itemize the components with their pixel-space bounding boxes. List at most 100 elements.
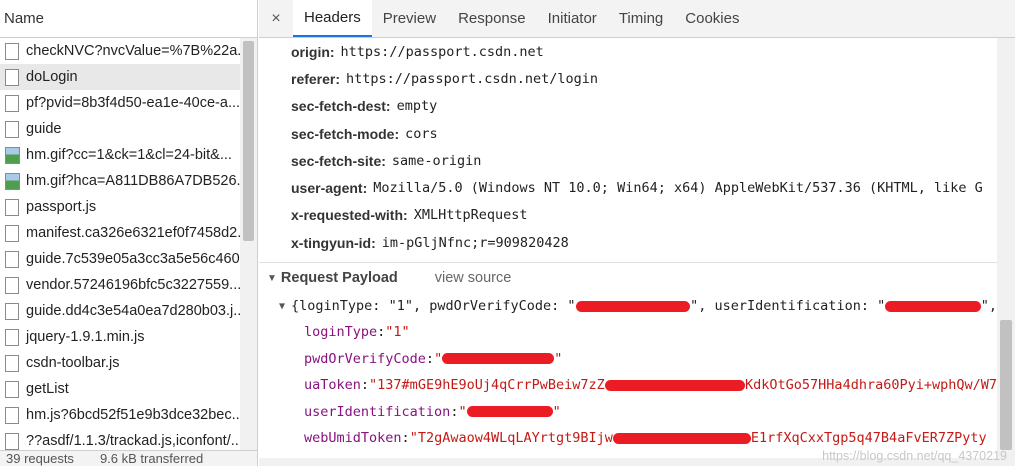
request-payload-title: Request Payload <box>280 270 398 286</box>
details-scrollbar[interactable] <box>997 38 1015 466</box>
request-name: hm.gif?hca=A811DB86A7DB526... <box>26 173 240 189</box>
request-row[interactable]: checkNVC?nvcValue=%7B%22a... <box>0 38 240 64</box>
document-icon <box>5 328 19 346</box>
request-name: manifest.ca326e6321ef0f7458d2... <box>26 225 240 241</box>
transferred-size: 9.6 kB transferred <box>99 451 204 466</box>
document-icon <box>5 68 19 86</box>
payload-colon: : <box>360 377 370 394</box>
request-row[interactable]: pf?pvid=8b3f4d50-ea1e-40ce-a... <box>0 90 240 116</box>
request-name: getList <box>26 381 69 397</box>
request-row[interactable]: jquery-1.9.1.min.js <box>0 324 240 350</box>
scrollbar-thumb[interactable] <box>243 41 254 241</box>
header-value: cors <box>405 125 438 142</box>
request-name: pf?pvid=8b3f4d50-ea1e-40ce-a... <box>26 95 240 111</box>
tab-cookies[interactable]: Cookies <box>674 0 750 37</box>
header-key: origin: <box>291 43 335 60</box>
request-name: vendor.57246196bfc5c3227559... <box>26 277 240 293</box>
payload-field-pwdorverifycode: pwdOrVerifyCode: " " <box>259 346 997 373</box>
expand-triangle-icon[interactable]: ▼ <box>279 301 285 312</box>
view-source-link[interactable]: view source <box>435 270 512 286</box>
document-icon <box>5 94 19 112</box>
payload-value-start: "137#mGE9hE9oUj4qCrrPwBeiw7zZ <box>369 377 605 394</box>
request-payload-section: ▼ Request Payload view source ▼ {loginTy… <box>259 262 997 452</box>
tab-preview[interactable]: Preview <box>372 0 447 37</box>
header-value: same-origin <box>391 152 482 169</box>
request-name: guide.dd4c3e54a0ea7d280b03.j... <box>26 303 240 319</box>
payload-summary[interactable]: ▼ {loginType: "1", pwdOrVerifyCode: " ",… <box>259 293 997 319</box>
request-name: checkNVC?nvcValue=%7B%22a... <box>26 43 240 59</box>
header-row: user-agent: Mozilla/5.0 (Windows NT 10.0;… <box>259 174 997 201</box>
tab-response[interactable]: Response <box>447 0 537 37</box>
scrollbar-thumb[interactable] <box>1000 320 1012 450</box>
request-row[interactable]: guide.dd4c3e54a0ea7d280b03.j... <box>0 298 240 324</box>
redaction-mark <box>612 432 751 444</box>
header-key: referer: <box>291 70 341 87</box>
request-row[interactable]: manifest.ca326e6321ef0f7458d2... <box>0 220 240 246</box>
payload-value: "1" <box>385 324 410 341</box>
header-row: sec-fetch-mode: cors <box>259 120 997 147</box>
header-row: x-tingyun-id: im-pGljNfnc;r=909820428 <box>259 229 997 256</box>
request-row-selected[interactable]: doLogin <box>0 64 240 90</box>
request-row[interactable]: guide <box>0 116 240 142</box>
document-icon <box>5 354 19 372</box>
request-name: doLogin <box>26 69 78 85</box>
close-icon[interactable]: × <box>259 0 293 37</box>
image-icon <box>5 146 20 164</box>
document-icon <box>5 302 19 320</box>
tab-initiator[interactable]: Initiator <box>537 0 608 37</box>
name-column-header[interactable]: Name <box>0 0 257 38</box>
header-value: https://passport.csdn.net/login <box>346 70 598 87</box>
payload-colon: : <box>377 324 386 341</box>
tab-timing[interactable]: Timing <box>608 0 674 37</box>
request-row[interactable]: getList <box>0 376 240 402</box>
payload-colon: : <box>401 430 410 447</box>
header-key: x-requested-with: <box>291 207 408 224</box>
request-name: jquery-1.9.1.min.js <box>26 329 145 345</box>
summary-end: ", <box>980 298 997 314</box>
tab-headers[interactable]: Headers <box>293 0 372 37</box>
header-row: sec-fetch-dest: empty <box>259 93 997 120</box>
request-row[interactable]: csdn-toolbar.js <box>0 350 240 376</box>
document-icon <box>5 224 19 242</box>
request-list-scrollbar[interactable] <box>240 38 257 450</box>
header-row: referer: https://passport.csdn.net/login <box>259 65 997 92</box>
document-icon <box>5 42 19 60</box>
payload-value-start: "T2gAwaow4WLqLAYrtgt9BIjw <box>409 430 613 447</box>
collapse-triangle-icon[interactable]: ▼ <box>267 273 277 284</box>
header-row: x-requested-with: XMLHttpRequest <box>259 202 997 229</box>
request-list: checkNVC?nvcValue=%7B%22a... doLogin pf?… <box>0 38 240 454</box>
document-icon <box>5 406 19 424</box>
request-name: passport.js <box>26 199 97 215</box>
image-icon <box>5 172 20 190</box>
header-value: XMLHttpRequest <box>413 207 528 224</box>
payload-value-open: " <box>458 403 467 420</box>
request-row[interactable]: hm.gif?hca=A811DB86A7DB526... <box>0 168 240 194</box>
header-value: empty <box>396 98 438 115</box>
redaction-mark <box>604 379 746 391</box>
payload-value-open: " <box>434 350 443 367</box>
payload-key: webUmidToken <box>304 430 402 447</box>
request-name: hm.js?6bcd52f51e9b3dce32bec... <box>26 407 240 423</box>
payload-value-end: KdkOtGo57HHa4dhra60Pyi+wphQw/W7 <box>745 377 997 394</box>
request-row[interactable]: hm.js?6bcd52f51e9b3dce32bec... <box>0 402 240 428</box>
request-row[interactable]: hm.gif?cc=1&ck=1&cl=24-bit&... <box>0 142 240 168</box>
request-name: guide.7c539e05a3cc3a5e56c460... <box>26 251 240 267</box>
payload-field-webumidtoken: webUmidToken: "T2gAwaow4WLqLAYrtgt9BIjw E… <box>259 425 997 452</box>
request-name: guide <box>26 121 62 137</box>
header-key: sec-fetch-mode: <box>291 125 400 142</box>
request-count: 39 requests <box>6 451 74 466</box>
request-list-panel: Name checkNVC?nvcValue=%7B%22a... doLogi… <box>0 0 258 466</box>
request-row[interactable]: passport.js <box>0 194 240 220</box>
summary-mid: ", userIdentification: " <box>690 298 886 314</box>
watermark-text: https://blog.csdn.net/qq_4370219 <box>822 449 1007 463</box>
document-icon <box>5 198 19 216</box>
request-payload-header[interactable]: ▼ Request Payload view source <box>259 263 997 293</box>
payload-key: uaToken <box>304 377 361 394</box>
header-key: sec-fetch-dest: <box>291 98 391 115</box>
payload-field-logintype: loginType: "1" <box>259 319 997 346</box>
payload-key: userIdentification <box>304 403 451 420</box>
request-details-panel: × Headers Preview Response Initiator Tim… <box>259 0 1015 466</box>
payload-colon: : <box>450 403 459 420</box>
request-row[interactable]: vendor.57246196bfc5c3227559... <box>0 272 240 298</box>
request-row[interactable]: guide.7c539e05a3cc3a5e56c460... <box>0 246 240 272</box>
